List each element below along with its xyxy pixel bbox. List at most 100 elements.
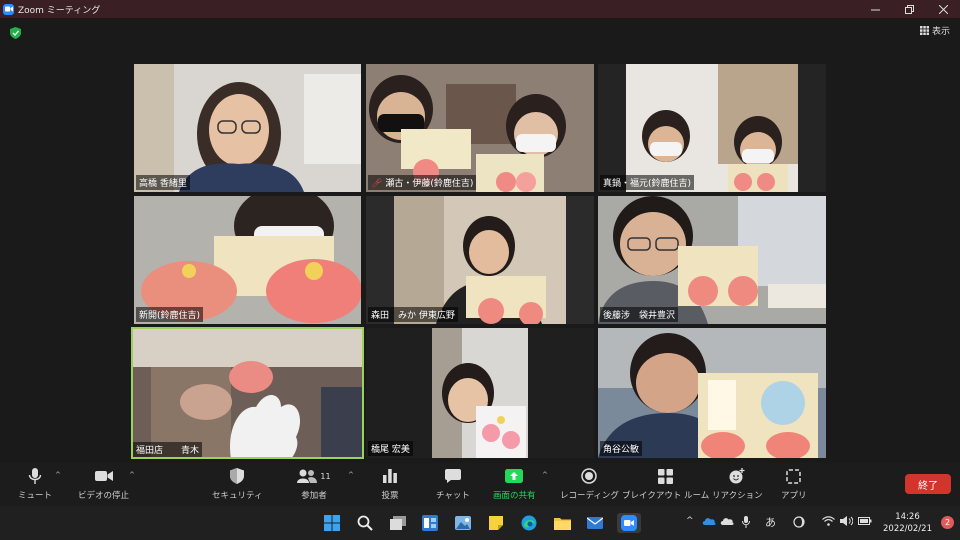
video-tile[interactable]: 新開(鈴鹿住吉)	[134, 196, 361, 324]
minimize-button[interactable]	[858, 0, 892, 18]
participant-name: 福田店 青木	[133, 442, 203, 457]
participant-name: 新開(鈴鹿住吉)	[136, 307, 204, 322]
participant-video	[141, 196, 361, 323]
view-label: 表示	[931, 27, 950, 37]
edge-browser-icon[interactable]	[519, 513, 539, 533]
polls-bar-chart-icon	[380, 467, 400, 485]
share-screen-icon	[504, 467, 524, 485]
photos-app-icon[interactable]	[453, 513, 473, 533]
close-button[interactable]	[926, 0, 960, 18]
apps-label: アプリ	[781, 491, 807, 501]
restore-icon	[904, 4, 914, 14]
restore-button[interactable]	[892, 0, 926, 18]
record-icon	[579, 467, 599, 485]
security-label: セキュリティ	[212, 491, 263, 501]
video-tile[interactable]: 森田 みか 伊東広野	[366, 196, 594, 324]
wifi-icon[interactable]	[822, 516, 835, 529]
participant-video	[134, 64, 361, 192]
search-icon[interactable]	[355, 513, 375, 533]
record-button[interactable]: レコーディング	[560, 467, 619, 501]
widgets-icon[interactable]	[420, 513, 440, 533]
windows-taskbar: ^ あ 14:26 2022/02/21 2	[0, 506, 960, 540]
audio-options-chevron-icon[interactable]: ^	[55, 471, 61, 479]
video-tile[interactable]: 後藤涉 袋井豊沢	[598, 196, 826, 324]
apps-icon	[784, 467, 804, 485]
windows-start-icon[interactable]	[322, 513, 342, 533]
participant-video	[432, 328, 528, 458]
focus-assist-moon-icon[interactable]	[793, 516, 805, 531]
video-camera-icon	[94, 467, 114, 485]
video-options-chevron-icon[interactable]: ^	[129, 471, 135, 479]
stop-video-button[interactable]: ビデオの停止	[78, 467, 129, 501]
participants-button[interactable]: 11 参加者	[297, 467, 331, 501]
microphone-icon	[25, 467, 45, 485]
window-title: Zoom ミーティング	[18, 5, 101, 16]
participant-name: 真鍋・福元(鈴鹿住吉)	[600, 175, 695, 190]
breakout-rooms-icon	[656, 467, 676, 485]
sticky-notes-icon[interactable]	[486, 513, 506, 533]
security-shield-icon	[227, 467, 247, 485]
breakout-rooms-button[interactable]: ブレイクアウト ルーム	[622, 467, 709, 501]
encryption-shield-icon[interactable]	[10, 27, 21, 39]
participants-label: 参加者	[301, 491, 327, 501]
onedrive-cloud-icon[interactable]	[702, 516, 716, 528]
clock-date: 2022/02/21	[883, 524, 932, 534]
participant-video	[394, 196, 566, 324]
chat-button[interactable]: チャット	[436, 467, 470, 501]
participant-name: 後藤涉 袋井豊沢	[600, 307, 679, 322]
ime-mode-indicator[interactable]: あ	[765, 514, 776, 530]
close-icon	[938, 4, 948, 14]
reactions-smiley-icon	[727, 467, 747, 485]
chat-bubble-icon	[443, 467, 463, 485]
mail-icon[interactable]	[585, 513, 605, 533]
video-tile[interactable]: 角谷公敏	[598, 328, 826, 458]
stop-video-label: ビデオの停止	[78, 491, 130, 501]
share-screen-button[interactable]: 画面の共有	[493, 467, 536, 501]
share-options-chevron-icon[interactable]: ^	[542, 471, 548, 479]
muted-mic-icon: 🎤︎	[371, 179, 383, 189]
participant-video	[131, 327, 364, 459]
reactions-button[interactable]: リアクション	[712, 467, 763, 501]
zoom-logo-icon	[3, 3, 14, 15]
clock-time: 14:26	[895, 512, 920, 522]
participants-icon: 11	[297, 467, 331, 485]
video-tile-active-speaker[interactable]: 福田店 青木	[131, 327, 364, 459]
video-tile[interactable]: 高橋 香緒里	[134, 64, 361, 192]
participant-name: 高橋 香緒里	[136, 175, 190, 190]
tray-overflow-chevron-icon[interactable]: ^	[686, 516, 694, 526]
view-button[interactable]: 表示	[919, 24, 950, 37]
task-view-icon[interactable]	[388, 513, 408, 533]
system-clock[interactable]: 14:26 2022/02/21	[883, 511, 932, 535]
participant-video	[598, 328, 826, 458]
share-screen-label: 画面の共有	[493, 491, 536, 501]
participant-name: 🎤︎ 瀬古・伊藤(鈴鹿住吉)	[368, 175, 477, 190]
participants-options-chevron-icon[interactable]: ^	[348, 471, 354, 479]
onedrive-personal-cloud-icon[interactable]	[720, 516, 734, 528]
volume-speaker-icon[interactable]	[840, 516, 854, 529]
record-label: レコーディング	[560, 491, 619, 501]
battery-icon[interactable]	[858, 516, 872, 529]
reactions-label: リアクション	[712, 491, 763, 501]
notification-badge[interactable]: 2	[941, 516, 954, 529]
security-button[interactable]: セキュリティ	[212, 467, 263, 501]
minimize-icon	[870, 9, 880, 10]
video-tile[interactable]: 🎤︎ 瀬古・伊藤(鈴鹿住吉)	[366, 64, 594, 192]
participant-count: 11	[320, 471, 331, 481]
meeting-toolbar: ミュート ^ ビデオの停止 ^ セキュリティ 11 参加者 ^ 投票 チャット	[0, 463, 960, 506]
mute-label: ミュート	[18, 491, 53, 501]
video-tile[interactable]: 橋尾 宏美	[366, 328, 594, 458]
participant-name: 角谷公敏	[600, 441, 643, 456]
participant-video	[369, 75, 566, 192]
video-tile[interactable]: 真鍋・福元(鈴鹿住吉)	[598, 64, 826, 192]
end-meeting-button[interactable]: 終了	[905, 474, 951, 494]
participant-video	[598, 196, 826, 324]
polls-button[interactable]: 投票	[380, 467, 400, 501]
participant-name: 橋尾 宏美	[368, 441, 413, 456]
file-explorer-icon[interactable]	[552, 513, 572, 533]
mute-button[interactable]: ミュート	[18, 467, 52, 501]
apps-button[interactable]: アプリ	[781, 467, 807, 501]
microphone-tray-icon[interactable]	[742, 516, 750, 531]
title-bar: Zoom ミーティング	[0, 0, 960, 18]
zoom-taskbar-icon[interactable]	[617, 513, 641, 533]
chat-label: チャット	[436, 491, 470, 501]
